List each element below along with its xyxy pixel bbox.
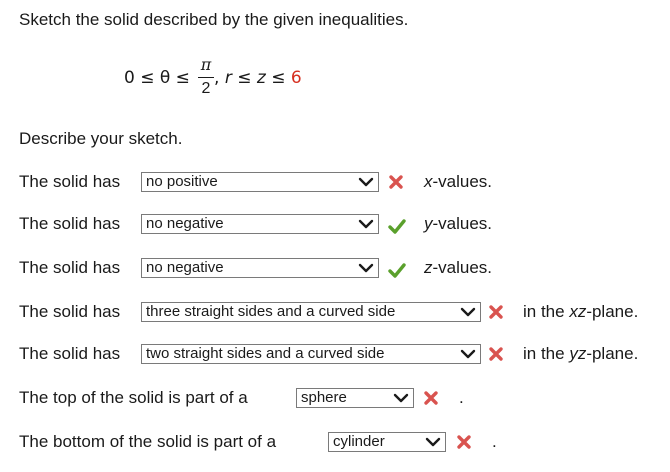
check-icon bbox=[388, 219, 406, 234]
row-3-suffix: z-values. bbox=[424, 258, 493, 277]
row-2-suffix: y-values. bbox=[424, 214, 493, 233]
row-4-prefix: The solid has bbox=[19, 302, 121, 321]
chevron-down-icon bbox=[425, 437, 441, 447]
row-1-dropdown-value: no positive bbox=[146, 173, 218, 190]
pi-over-two-fraction: π 2 bbox=[198, 56, 214, 98]
row-2-dropdown[interactable]: no negative bbox=[141, 214, 379, 234]
check-icon bbox=[388, 263, 406, 278]
row-7-dropdown-value: cylinder bbox=[333, 433, 385, 450]
row-1-dropdown[interactable]: no positive bbox=[141, 172, 379, 192]
row-7-suffix: . bbox=[492, 432, 497, 451]
row-3-dropdown[interactable]: no negative bbox=[141, 258, 379, 278]
row-5-prefix: The solid has bbox=[19, 344, 121, 363]
row-5-dropdown-value: two straight sides and a curved side bbox=[146, 345, 385, 362]
row-5-dropdown[interactable]: two straight sides and a curved side bbox=[141, 344, 481, 364]
row-7-dropdown[interactable]: cylinder bbox=[328, 432, 446, 452]
chevron-down-icon bbox=[393, 393, 409, 403]
row-4-suffix: in the xz-plane. bbox=[523, 302, 639, 321]
formula-lhs: 0 ≤ θ ≤ bbox=[124, 68, 190, 88]
x-icon bbox=[389, 175, 403, 189]
row-1-suffix: x-values. bbox=[424, 172, 493, 191]
chevron-down-icon bbox=[358, 177, 374, 187]
row-2-dropdown-value: no negative bbox=[146, 215, 224, 232]
row-7-prefix: The bottom of the solid is part of a bbox=[19, 432, 277, 451]
row-6-suffix: . bbox=[459, 388, 464, 407]
row-6-prefix: The top of the solid is part of a bbox=[19, 388, 248, 407]
row-5-suffix: in the yz-plane. bbox=[523, 344, 639, 363]
row-4-dropdown-value: three straight sides and a curved side bbox=[146, 303, 396, 320]
fraction-denominator: 2 bbox=[201, 80, 211, 97]
x-icon bbox=[424, 391, 438, 405]
fraction-numerator: π bbox=[200, 55, 212, 74]
row-3-prefix: The solid has bbox=[19, 258, 121, 277]
chevron-down-icon bbox=[358, 219, 374, 229]
formula-upper-bound: 6 bbox=[290, 68, 302, 88]
describe-prompt: Describe your sketch. bbox=[19, 129, 183, 148]
row-6-dropdown-value: sphere bbox=[301, 389, 347, 406]
x-icon bbox=[489, 305, 503, 319]
chevron-down-icon bbox=[358, 263, 374, 273]
formula-rhs: , r ≤ z ≤ 6 bbox=[214, 68, 302, 88]
row-1-prefix: The solid has bbox=[19, 172, 121, 191]
fraction-bar bbox=[198, 77, 214, 78]
row-2-prefix: The solid has bbox=[19, 214, 121, 233]
row-4-dropdown[interactable]: three straight sides and a curved side bbox=[141, 302, 481, 322]
question-title: Sketch the solid described by the given … bbox=[19, 10, 409, 29]
row-6-dropdown[interactable]: sphere bbox=[296, 388, 414, 408]
chevron-down-icon bbox=[460, 349, 476, 359]
row-3-dropdown-value: no negative bbox=[146, 259, 224, 276]
x-icon bbox=[489, 347, 503, 361]
x-icon bbox=[457, 435, 471, 449]
chevron-down-icon bbox=[460, 307, 476, 317]
